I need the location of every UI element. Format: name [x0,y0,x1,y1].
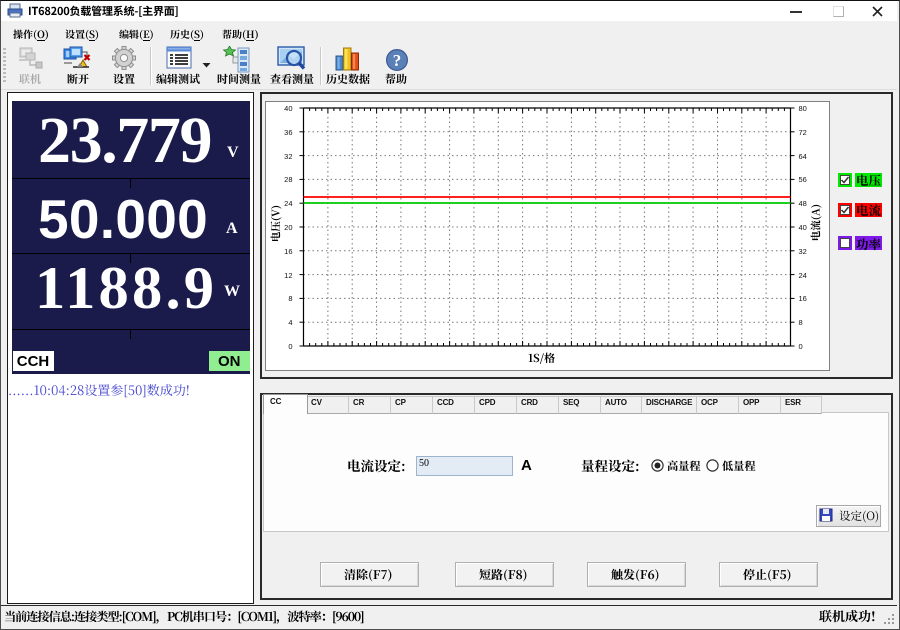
svg-text:?: ? [393,51,402,70]
